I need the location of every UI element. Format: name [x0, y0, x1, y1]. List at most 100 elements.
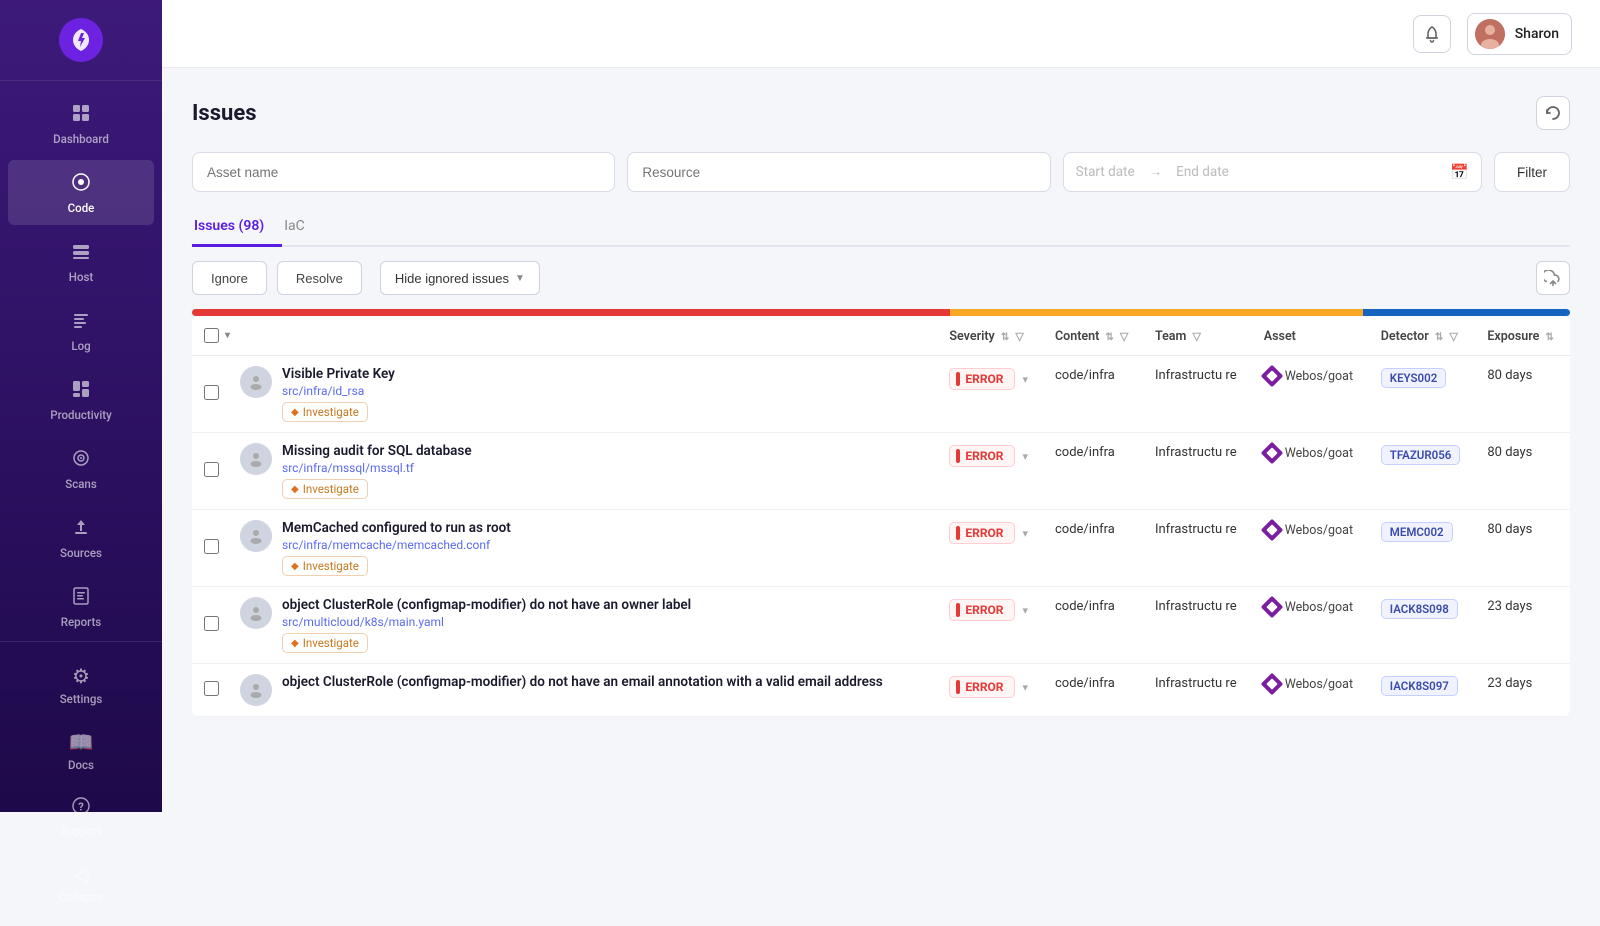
date-range-picker[interactable]: Start date → End date 📅	[1063, 152, 1482, 192]
sidebar-item-settings[interactable]: ⚙ Settings	[8, 652, 154, 716]
sidebar-item-sources[interactable]: Sources	[8, 505, 154, 570]
tab-iac[interactable]: IaC	[282, 210, 323, 247]
severity-bar-indicator	[956, 680, 960, 694]
asset-link[interactable]: Webos/goat	[1264, 599, 1361, 615]
row-main-cell: object ClusterRole (configmap-modifier) …	[230, 664, 939, 717]
detector-badge: IACK8S098	[1381, 599, 1458, 619]
issue-path[interactable]: src/infra/id_rsa	[282, 384, 395, 398]
resolve-button[interactable]: Resolve	[277, 261, 362, 295]
sidebar-item-label-sources: Sources	[60, 546, 102, 560]
refresh-button[interactable]	[1536, 96, 1570, 130]
issue-info: Visible Private Key src/infra/id_rsa ◆In…	[282, 366, 395, 422]
resource-input[interactable]	[627, 152, 1050, 192]
dropdown-chevron-icon: ▼	[515, 273, 525, 284]
investigate-badge[interactable]: ◆Investigate	[282, 402, 368, 422]
team-value: Infrastructu re	[1155, 599, 1237, 614]
row-severity-cell: ERROR ▾	[939, 510, 1045, 587]
hide-ignored-label: Hide ignored issues	[395, 271, 509, 286]
sidebar-item-code[interactable]: Code	[8, 160, 154, 225]
severity-dropdown-icon[interactable]: ▾	[1023, 373, 1029, 386]
investigate-badge[interactable]: ◆Investigate	[282, 556, 368, 576]
export-cloud-button[interactable]	[1536, 261, 1570, 295]
header-chevron-icon[interactable]: ▾	[225, 330, 230, 341]
sidebar-item-scans[interactable]: Scans	[8, 436, 154, 501]
issue-path[interactable]: src/infra/memcache/memcached.conf	[282, 538, 511, 552]
select-all-checkbox[interactable]	[204, 328, 219, 343]
severity-bar-indicator	[956, 372, 960, 386]
issue-title: object ClusterRole (configmap-modifier) …	[282, 674, 883, 690]
sidebar-item-docs[interactable]: 📖 Docs	[8, 718, 154, 782]
settings-icon: ⚙	[72, 664, 90, 688]
issue-path[interactable]: src/infra/mssql/mssql.tf	[282, 461, 472, 475]
sidebar-item-label-dashboard: Dashboard	[53, 132, 109, 146]
sidebar-item-support[interactable]: ? Support	[8, 784, 154, 848]
row-checkbox-0[interactable]	[204, 385, 219, 400]
exposure-sort-icon[interactable]: ⇅	[1545, 332, 1553, 343]
asset-name-input[interactable]	[192, 152, 615, 192]
severity-bar-warning	[950, 309, 1363, 316]
asset-link[interactable]: Webos/goat	[1264, 676, 1361, 692]
sidebar-item-dashboard[interactable]: Dashboard	[8, 91, 154, 156]
row-checkbox-cell	[192, 587, 230, 664]
row-checkbox-2[interactable]	[204, 539, 219, 554]
notification-bell[interactable]	[1413, 15, 1451, 53]
row-team-cell: Infrastructu re	[1145, 356, 1254, 433]
asset-link[interactable]: Webos/goat	[1264, 445, 1361, 461]
sidebar-item-productivity[interactable]: Productivity	[8, 367, 154, 432]
row-checkbox-1[interactable]	[204, 462, 219, 477]
issue-title: object ClusterRole (configmap-modifier) …	[282, 597, 691, 613]
sidebar-item-host[interactable]: Host	[8, 229, 154, 294]
detector-filter-icon[interactable]: ▽	[1449, 330, 1457, 343]
severity-dropdown-icon[interactable]: ▾	[1023, 681, 1029, 694]
team-value: Infrastructu re	[1155, 445, 1237, 460]
asset-value: Webos/goat	[1285, 523, 1353, 538]
severity-dropdown-icon[interactable]: ▾	[1023, 604, 1029, 617]
tab-issues[interactable]: Issues (98)	[192, 210, 282, 247]
severity-dropdown-icon[interactable]: ▾	[1023, 527, 1029, 540]
logo-icon[interactable]	[59, 18, 103, 62]
row-content-cell: code/infra	[1045, 664, 1145, 717]
asset-link[interactable]: Webos/goat	[1264, 522, 1361, 538]
investigate-badge[interactable]: ◆Investigate	[282, 633, 368, 653]
sidebar-item-label-scans: Scans	[65, 477, 97, 491]
row-checkbox-cell	[192, 510, 230, 587]
filter-button[interactable]: Filter	[1494, 152, 1570, 192]
sidebar-item-label-support: Support	[61, 824, 102, 838]
row-severity-cell: ERROR ▾	[939, 664, 1045, 717]
detector-label: Detector	[1381, 329, 1429, 344]
exposure-value: 80 days	[1487, 522, 1532, 537]
team-filter-icon[interactable]: ▽	[1193, 330, 1201, 343]
issue-avatar	[240, 520, 272, 552]
issue-title: Missing audit for SQL database	[282, 443, 472, 459]
content-value: code/infra	[1055, 522, 1115, 537]
severity-dropdown-icon[interactable]: ▾	[1023, 450, 1029, 463]
main-area: Sharon Issues Start date → End date 📅	[162, 0, 1600, 812]
severity-sort-icon[interactable]: ⇅	[1001, 332, 1009, 343]
avatar	[1475, 19, 1505, 49]
sidebar-item-reports[interactable]: Reports	[8, 574, 154, 639]
row-asset-cell: Webos/goat	[1254, 664, 1371, 717]
asset-link[interactable]: Webos/goat	[1264, 368, 1361, 384]
ignore-button[interactable]: Ignore	[192, 261, 267, 295]
detector-sort-icon[interactable]: ⇅	[1435, 332, 1443, 343]
investigate-badge[interactable]: ◆Investigate	[282, 479, 368, 499]
sidebar-item-collapse[interactable]: ◁ Collapse	[8, 850, 154, 914]
team-value: Infrastructu re	[1155, 368, 1237, 383]
hide-ignored-button[interactable]: Hide ignored issues ▼	[380, 261, 540, 295]
issue-path[interactable]: src/multicloud/k8s/main.yaml	[282, 615, 691, 629]
sidebar-item-label-reports: Reports	[61, 615, 101, 629]
content-filter-icon[interactable]: ▽	[1120, 330, 1128, 343]
row-content-cell: code/infra	[1045, 433, 1145, 510]
sidebar-item-log[interactable]: Log	[8, 298, 154, 363]
severity-filter-icon[interactable]: ▽	[1015, 330, 1023, 343]
row-checkbox-4[interactable]	[204, 681, 219, 696]
docs-icon: 📖	[69, 730, 94, 754]
sidebar: Dashboard Code Host Log	[0, 0, 162, 812]
sources-icon	[71, 517, 91, 542]
asset-value: Webos/goat	[1285, 600, 1353, 615]
row-checkbox-3[interactable]	[204, 616, 219, 631]
content-sort-icon[interactable]: ⇅	[1105, 332, 1113, 343]
table-row: object ClusterRole (configmap-modifier) …	[192, 664, 1570, 717]
user-menu[interactable]: Sharon	[1467, 13, 1572, 55]
th-team: Team ▽	[1145, 316, 1254, 356]
